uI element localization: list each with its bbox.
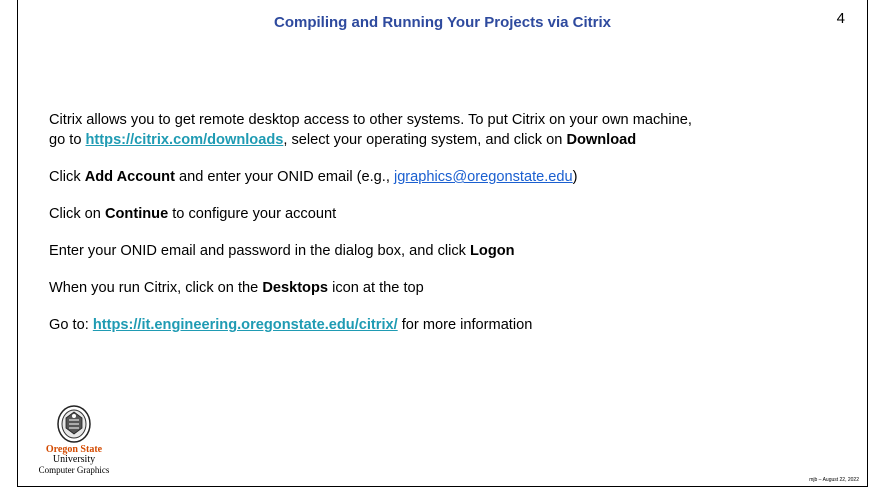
slide-body: Citrix allows you to get remote desktop … bbox=[49, 110, 859, 352]
select-os-text: , select your operating system, and clic… bbox=[283, 132, 567, 148]
intro-line-1: Citrix allows you to get remote desktop … bbox=[49, 112, 692, 128]
example-email-link[interactable]: jgraphics@oregonstate.edu bbox=[394, 169, 573, 185]
slide: Compiling and Running Your Projects via … bbox=[17, 0, 868, 487]
go-to-label: Go to: bbox=[49, 317, 93, 333]
onid-email-text: and enter your ONID email (e.g., bbox=[174, 169, 394, 185]
configure-text: to configure your account bbox=[168, 206, 337, 222]
download-bold: Download bbox=[566, 132, 637, 148]
osu-logo: Oregon State University Computer Graphic… bbox=[24, 404, 124, 475]
paragraph-more-info: Go to: https://it.engineering.oregonstat… bbox=[49, 315, 859, 335]
click-on-text: Click on bbox=[49, 206, 105, 222]
click-text: Click bbox=[49, 169, 85, 185]
add-account-bold: Add Account bbox=[84, 169, 175, 185]
icon-at-top-text: icon at the top bbox=[328, 280, 424, 296]
go-to-text: go to bbox=[49, 132, 86, 148]
logon-bold: Logon bbox=[470, 243, 515, 259]
continue-bold: Continue bbox=[104, 206, 169, 222]
desktops-bold: Desktops bbox=[262, 280, 329, 296]
engineering-citrix-link[interactable]: https://it.engineering.oregonstate.edu/c… bbox=[93, 317, 398, 333]
slide-title: Compiling and Running Your Projects via … bbox=[274, 14, 611, 31]
paragraph-logon: Enter your ONID email and password in th… bbox=[49, 241, 859, 261]
close-paren: ) bbox=[572, 169, 578, 185]
run-citrix-text: When you run Citrix, click on the bbox=[49, 280, 263, 296]
paragraph-continue: Click on Continue to configure your acco… bbox=[49, 204, 859, 224]
osu-seal-icon bbox=[57, 405, 91, 443]
citrix-downloads-link[interactable]: https://citrix.com/downloads bbox=[86, 132, 284, 148]
enter-credentials-text: Enter your ONID email and password in th… bbox=[49, 243, 470, 259]
paragraph-citrix-intro: Citrix allows you to get remote desktop … bbox=[49, 110, 859, 150]
more-info-text: for more information bbox=[397, 317, 533, 333]
paragraph-desktops: When you run Citrix, click on the Deskto… bbox=[49, 278, 859, 298]
logo-computer-graphics: Computer Graphics bbox=[38, 465, 110, 475]
logo-university: University bbox=[52, 454, 96, 465]
footer-date: mjb – August 22, 2022 bbox=[809, 477, 859, 483]
page-number: 4 bbox=[836, 10, 845, 27]
paragraph-add-account: Click Add Account and enter your ONID em… bbox=[49, 167, 859, 187]
